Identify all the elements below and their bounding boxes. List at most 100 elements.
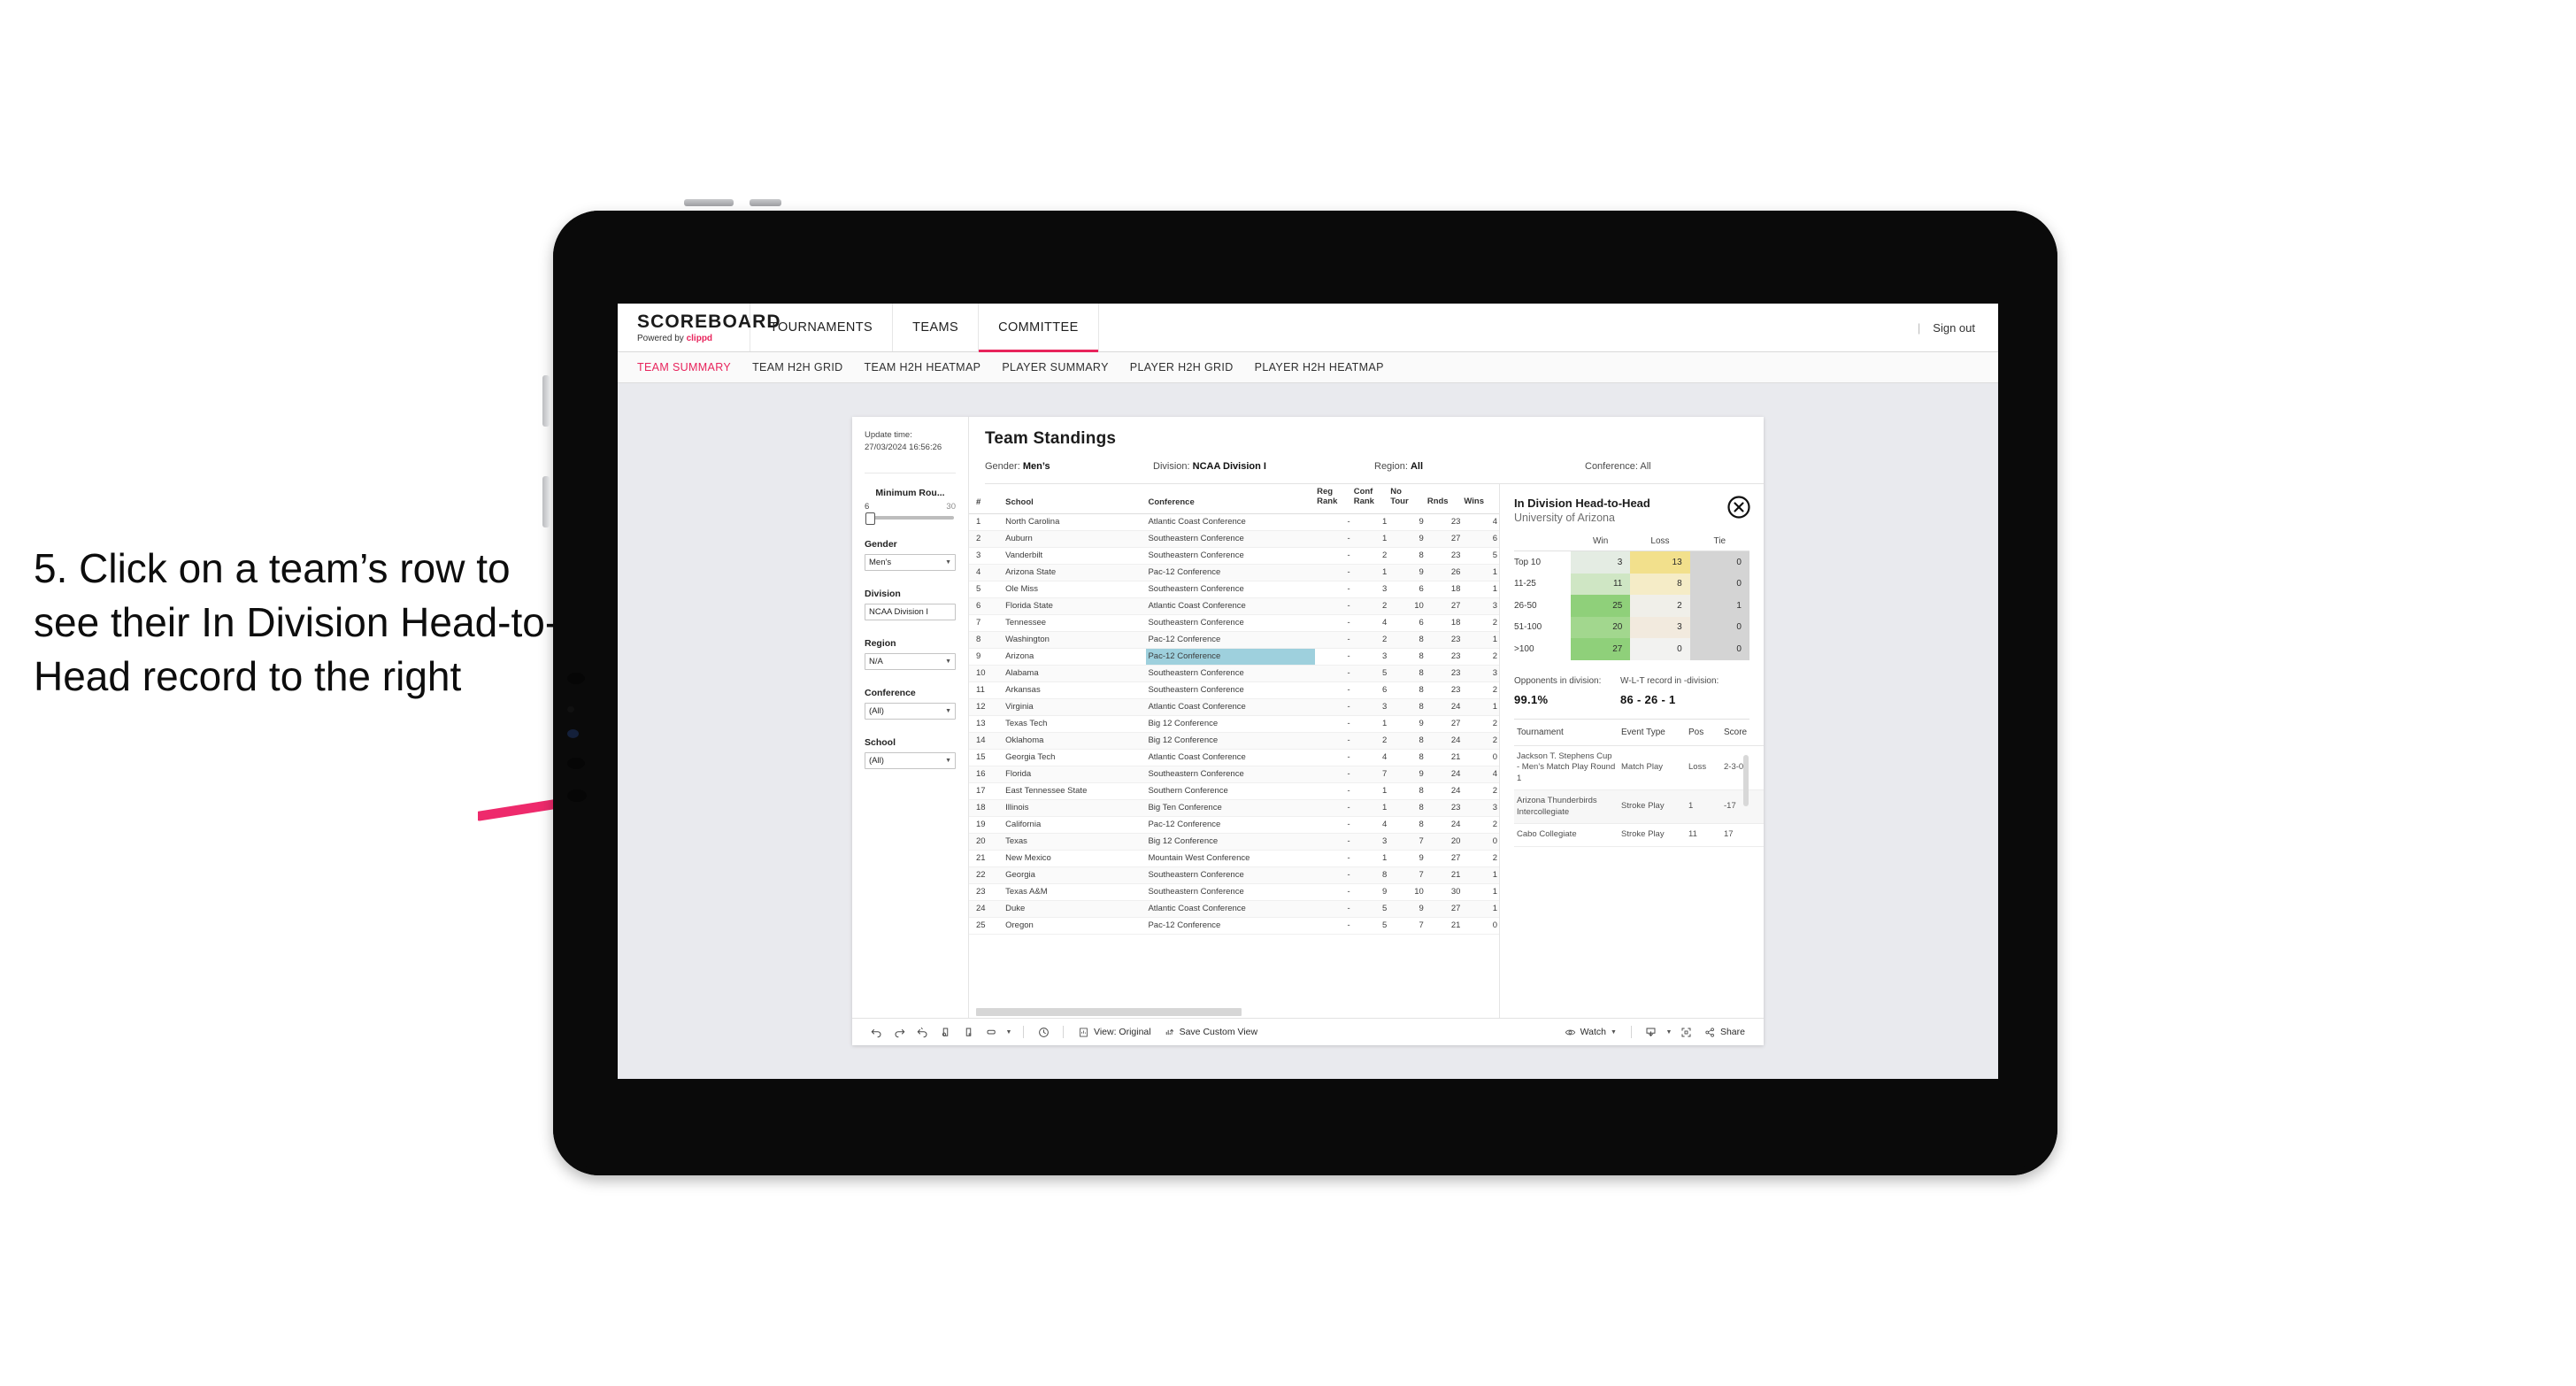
- timer-icon[interactable]: [1032, 1022, 1055, 1042]
- table-row[interactable]: 12 Virginia Atlantic Coast Conference -3 8 24…: [969, 698, 1499, 716]
- table-row[interactable]: 9 Arizona Pac-12 Conference -3 8 23 2: [969, 648, 1499, 666]
- table-row[interactable]: 25 Oregon Pac-12 Conference -5 7 21 0: [969, 917, 1499, 935]
- share-button[interactable]: Share: [1698, 1022, 1751, 1042]
- pause-refresh-icon[interactable]: [957, 1022, 980, 1042]
- heatmap-cell[interactable]: 0: [1689, 573, 1749, 595]
- heatmap-cell[interactable]: 25: [1571, 595, 1631, 617]
- heatmap-cell[interactable]: 0: [1689, 551, 1749, 574]
- filter-region-select[interactable]: N/A ▼: [865, 652, 956, 670]
- download-icon[interactable]: [1640, 1022, 1663, 1042]
- col-conf-rank[interactable]: Conf Rank: [1351, 484, 1389, 514]
- alerts-dropdown-icon[interactable]: ▼: [1003, 1022, 1015, 1042]
- filter-school-select[interactable]: (All) ▼: [865, 751, 956, 769]
- tab-player-h2h-heatmap[interactable]: PLAYER H2H HEATMAP: [1255, 361, 1384, 373]
- tab-team-h2h-heatmap[interactable]: TEAM H2H HEATMAP: [865, 361, 981, 373]
- table-row[interactable]: 3 Vanderbilt Southeastern Conference -2 8 23 5: [969, 547, 1499, 565]
- slider-handle[interactable]: [865, 512, 875, 525]
- table-row[interactable]: 20 Texas Big 12 Conference -3 7 20 0: [969, 833, 1499, 851]
- heatmap-cell[interactable]: 0: [1689, 616, 1749, 638]
- table-row[interactable]: 18 Illinois Big Ten Conference -1 8 23 3: [969, 799, 1499, 817]
- meta-conference: Conference: All: [1585, 461, 1651, 472]
- cell-wins: 3: [1462, 665, 1499, 682]
- watch-button[interactable]: Watch ▼: [1558, 1022, 1623, 1042]
- table-row[interactable]: 11 Arkansas Southeastern Conference -6 8 23 2: [969, 681, 1499, 699]
- table-row[interactable]: 16 Florida Southeastern Conference -7 9 24 4: [969, 766, 1499, 783]
- col-event-type[interactable]: Event Type: [1619, 719, 1686, 746]
- list-item[interactable]: Jackson T. Stephens Cup - Men’s Match Pl…: [1514, 745, 1764, 791]
- table-row[interactable]: 4 Arizona State Pac-12 Conference -1 9 26 1: [969, 564, 1499, 581]
- filter-division-select[interactable]: NCAA Division I: [865, 603, 956, 620]
- standings-table-scroll[interactable]: # School Conference Reg Rank Conf Rank No T…: [969, 484, 1499, 1006]
- col-reg-rank[interactable]: Reg Rank: [1315, 484, 1352, 514]
- heatmap-row-label: 11-25: [1514, 579, 1536, 589]
- nav-item-tournaments[interactable]: TOURNAMENTS: [750, 304, 894, 351]
- scoreboard-logo[interactable]: SCOREBOARD Powered by clippd: [618, 304, 780, 351]
- save-custom-view-button[interactable]: Save Custom View: [1157, 1022, 1265, 1042]
- fullscreen-icon[interactable]: [1675, 1022, 1698, 1042]
- refresh-data-icon[interactable]: [934, 1022, 957, 1042]
- close-circle-icon[interactable]: [1726, 495, 1751, 520]
- sign-out-link[interactable]: Sign out: [1933, 321, 1975, 335]
- minimum-rounds-slider[interactable]: [865, 512, 954, 525]
- download-dropdown-icon[interactable]: ▼: [1663, 1022, 1675, 1042]
- table-row[interactable]: 24 Duke Atlantic Coast Conference -5 9 27 1: [969, 900, 1499, 918]
- table-row[interactable]: 10 Alabama Southeastern Conference -5 8 23 3: [969, 665, 1499, 682]
- tab-team-h2h-grid[interactable]: TEAM H2H GRID: [752, 361, 842, 373]
- heatmap-cell[interactable]: 11: [1571, 573, 1631, 595]
- cell-no-tour: 9: [1388, 564, 1426, 581]
- alerts-icon[interactable]: [980, 1022, 1003, 1042]
- list-item[interactable]: Cabo Collegiate Stroke Play 11 17: [1514, 823, 1764, 847]
- table-row[interactable]: 5 Ole Miss Southeastern Conference -3 6 18 1: [969, 581, 1499, 598]
- device-sensor-2: [567, 706, 574, 712]
- heatmap-cell[interactable]: 27: [1571, 638, 1631, 660]
- col-score[interactable]: Score: [1721, 719, 1764, 746]
- heatmap-cell[interactable]: 3: [1571, 551, 1631, 574]
- list-item[interactable]: Arizona Thunderbirds Intercollegiate Stro…: [1514, 789, 1764, 825]
- heatmap-cell[interactable]: 0: [1689, 638, 1749, 660]
- table-row[interactable]: 2 Auburn Southeastern Conference -1 9 27 6: [969, 530, 1499, 548]
- tab-player-h2h-grid[interactable]: PLAYER H2H GRID: [1130, 361, 1234, 373]
- tab-team-summary[interactable]: TEAM SUMMARY: [637, 361, 731, 373]
- col-wins[interactable]: Wins: [1462, 484, 1499, 514]
- col-school[interactable]: School: [1003, 484, 1147, 514]
- heatmap-cell[interactable]: 8: [1630, 573, 1690, 595]
- table-row[interactable]: 8 Washington Pac-12 Conference -2 8 23 1: [969, 631, 1499, 649]
- tournaments-table-wrapper[interactable]: Tournament Event Type Pos Score Jackson …: [1514, 718, 1764, 1019]
- table-row[interactable]: 7 Tennessee Southeastern Conference -4 6 18 2: [969, 614, 1499, 632]
- tab-player-summary[interactable]: PLAYER SUMMARY: [1002, 361, 1108, 373]
- nav-item-committee[interactable]: COMMITTEE: [979, 304, 1099, 352]
- tournaments-scrollbar-thumb[interactable]: [1743, 754, 1749, 806]
- filter-conference-select[interactable]: (All) ▼: [865, 702, 956, 720]
- view-original-button[interactable]: View: Original: [1072, 1022, 1157, 1042]
- col-tournament[interactable]: Tournament: [1514, 719, 1619, 746]
- table-row[interactable]: 15 Georgia Tech Atlantic Coast Conference -…: [969, 749, 1499, 766]
- revert-icon[interactable]: [911, 1022, 934, 1042]
- table-row[interactable]: 19 California Pac-12 Conference -4 8 24 2: [969, 816, 1499, 834]
- heatmap-cell[interactable]: 2: [1630, 595, 1690, 617]
- standings-horizontal-scrollbar[interactable]: [969, 1006, 1499, 1018]
- table-row[interactable]: 1 North Carolina Atlantic Coast Conference…: [969, 513, 1499, 531]
- heatmap-cell[interactable]: 0: [1630, 638, 1690, 660]
- table-row[interactable]: 13 Texas Tech Big 12 Conference -1 9 27 2: [969, 715, 1499, 733]
- col-no-tour[interactable]: No Tour: [1388, 484, 1426, 514]
- filter-gender-select[interactable]: Men’s ▼: [865, 553, 956, 571]
- col-pos[interactable]: Pos: [1686, 719, 1721, 746]
- cell-rank: 18: [969, 799, 1004, 817]
- table-row[interactable]: 22 Georgia Southeastern Conference -8 7 21 1: [969, 866, 1499, 884]
- table-row[interactable]: 6 Florida State Atlantic Coast Conference -…: [969, 597, 1499, 615]
- col-rnds[interactable]: Rnds: [1425, 484, 1463, 514]
- heatmap-cell[interactable]: 13: [1630, 551, 1690, 574]
- table-row[interactable]: 21 New Mexico Mountain West Conference -1 9 2…: [969, 850, 1499, 867]
- col-rank[interactable]: #: [969, 484, 1004, 514]
- table-row[interactable]: 14 Oklahoma Big 12 Conference -2 8 24 2: [969, 732, 1499, 750]
- nav-item-teams[interactable]: TEAMS: [893, 304, 980, 351]
- heatmap-cell[interactable]: 1: [1689, 595, 1749, 617]
- table-row[interactable]: 17 East Tennessee State Southern Conferenc…: [969, 782, 1499, 800]
- table-row[interactable]: 23 Texas A&M Southeastern Conference -9 10 30…: [969, 883, 1499, 901]
- heatmap-cell[interactable]: 3: [1630, 616, 1690, 638]
- scrollbar-thumb[interactable]: [976, 1008, 1242, 1016]
- col-conference[interactable]: Conference: [1146, 484, 1316, 514]
- redo-icon[interactable]: [888, 1022, 911, 1042]
- heatmap-cell[interactable]: 20: [1571, 616, 1631, 638]
- undo-icon[interactable]: [865, 1022, 888, 1042]
